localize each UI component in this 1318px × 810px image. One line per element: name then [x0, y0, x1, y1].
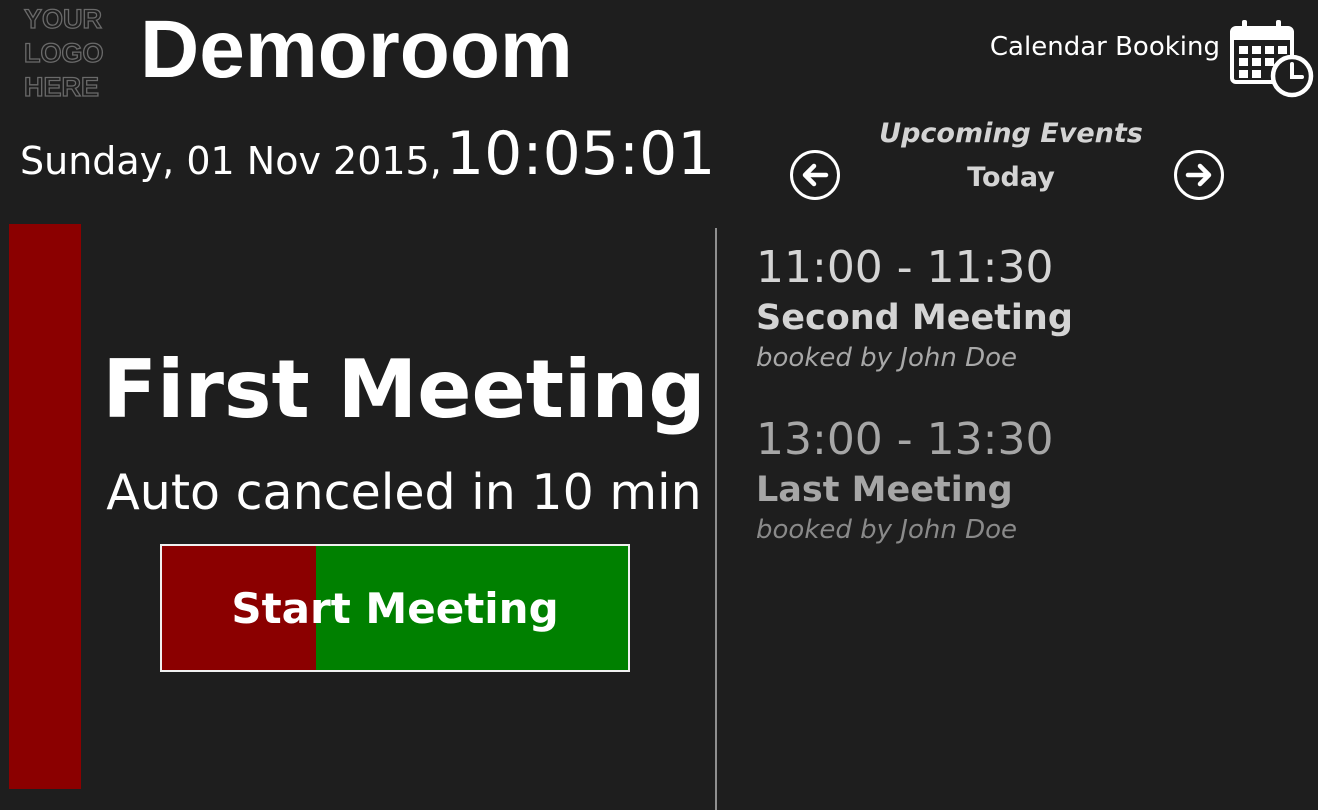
next-day-button[interactable]	[1174, 150, 1224, 200]
event-organizer: booked by John Doe	[756, 343, 1018, 373]
room-name: Demoroom	[140, 4, 573, 95]
logo-line: LOGO	[23, 37, 104, 68]
panel-divider	[715, 228, 717, 810]
event-item[interactable]: 13:00 - 13:30 Last Meeting booked by Joh…	[756, 412, 1296, 548]
upcoming-events-title: Upcoming Events	[879, 118, 1143, 149]
current-time: 10:05:01	[446, 119, 716, 189]
event-item[interactable]: 11:00 - 11:30 Second Meeting booked by J…	[756, 240, 1296, 376]
room-display-screen: YOUR LOGO HERE Demoroom Calendar Booking	[0, 0, 1318, 810]
calendar-booking-label: Calendar Booking	[989, 32, 1220, 62]
previous-day-button[interactable]	[790, 150, 840, 200]
calendar-clock-icon[interactable]	[1228, 14, 1314, 100]
event-time: 13:00 - 13:30	[756, 414, 1054, 465]
start-meeting-label: Start Meeting	[231, 583, 559, 633]
event-title: Last Meeting	[756, 470, 1013, 510]
start-meeting-button[interactable]: Start Meeting	[160, 544, 630, 672]
occupancy-status-bar	[9, 224, 81, 789]
logo-line: YOUR	[23, 3, 103, 34]
event-time: 11:00 - 11:30	[756, 242, 1054, 293]
selected-day-label: Today	[967, 162, 1055, 193]
current-meeting-title: First Meeting	[102, 343, 706, 436]
event-title: Second Meeting	[756, 298, 1073, 338]
arrow-right-circle-icon	[1185, 163, 1212, 187]
upcoming-events-list: 11:00 - 11:30 Second Meeting booked by J…	[756, 240, 1296, 584]
current-date: Sunday, 01 Nov 2015,	[20, 139, 442, 183]
auto-cancel-notice: Auto canceled in 10 min	[106, 464, 702, 521]
arrow-left-circle-icon	[802, 163, 829, 187]
logo: YOUR LOGO HERE	[23, 3, 104, 102]
event-organizer: booked by John Doe	[756, 515, 1018, 545]
logo-line: HERE	[23, 71, 100, 102]
